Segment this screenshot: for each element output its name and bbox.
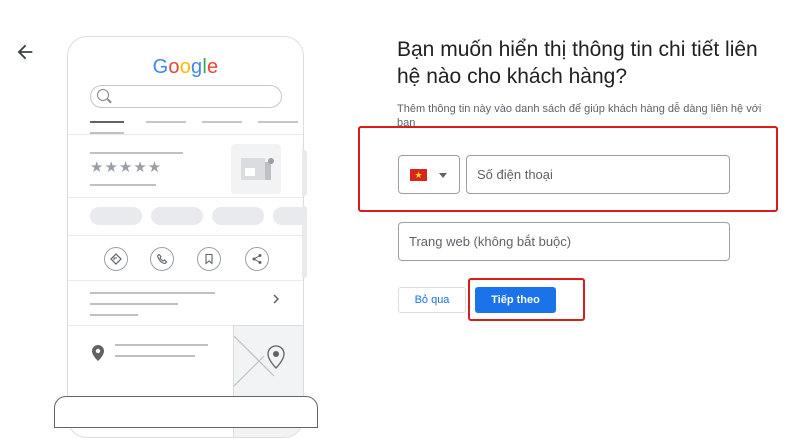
- google-logo: Google: [152, 56, 219, 78]
- preview-chip: [212, 207, 264, 225]
- phone-side-button: [302, 150, 307, 196]
- preview-divider: [68, 280, 303, 281]
- page-title: Bạn muốn hiển thị thông tin chi tiết liê…: [397, 38, 758, 88]
- phone-side-button: [302, 206, 307, 278]
- directions-icon: [104, 247, 128, 271]
- preview-text-line: [90, 303, 178, 305]
- next-button[interactable]: Tiếp theo: [475, 287, 556, 313]
- preview-text-line: [115, 355, 195, 357]
- preview-tab-active: [90, 121, 124, 123]
- preview-chip: [273, 207, 303, 225]
- preview-tab: [258, 121, 298, 123]
- website-input[interactable]: Trang web (không bắt buộc): [398, 222, 730, 261]
- vietnam-flag-icon: ★: [410, 169, 427, 181]
- preview-divider: [68, 197, 303, 198]
- preview-chip: [151, 207, 203, 225]
- share-icon: [245, 247, 269, 271]
- search-icon: [97, 89, 109, 101]
- preview-rating-stars: ★★★★★: [90, 159, 163, 176]
- preview-bottom-sheet: [54, 396, 318, 428]
- preview-chip: [90, 207, 142, 225]
- preview-text-line: [90, 314, 138, 316]
- phone-preview-illustration: Google ★★★★★: [67, 36, 304, 438]
- preview-text-line: [90, 184, 156, 186]
- preview-tab: [202, 121, 242, 123]
- preview-business-image: [231, 144, 281, 194]
- location-pin-icon: [92, 345, 104, 361]
- back-arrow-icon[interactable]: [14, 41, 36, 63]
- bookmark-icon: [197, 247, 221, 271]
- skip-button[interactable]: Bỏ qua: [398, 287, 466, 313]
- preview-title-line: [90, 152, 183, 154]
- chevron-right-icon: [273, 294, 280, 304]
- dropdown-arrow-icon: [439, 173, 447, 178]
- preview-text-line: [90, 292, 215, 294]
- preview-tab: [146, 121, 186, 123]
- preview-text-line: [115, 344, 208, 346]
- preview-divider: [68, 134, 303, 135]
- storefront-icon: [241, 158, 274, 180]
- phone-number-input[interactable]: Số điện thoại: [466, 155, 730, 194]
- country-code-select[interactable]: ★: [398, 155, 460, 194]
- phone-icon: [150, 247, 174, 271]
- preview-search-bar: [90, 85, 282, 108]
- preview-divider: [68, 235, 303, 236]
